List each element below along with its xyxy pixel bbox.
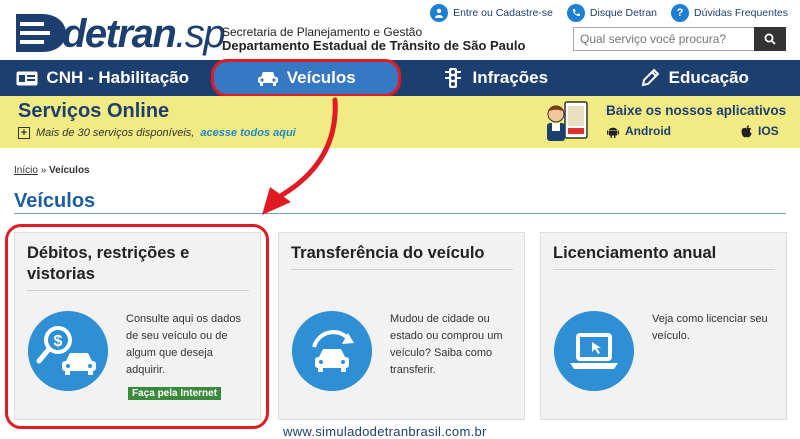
apps-title: Baixe os nossos aplicativos [606, 103, 787, 118]
card-transferencia[interactable]: Transferência do veículo Mudou de cidade… [278, 232, 525, 420]
card-description: Mudou de cidade ou estado ou comprou um … [390, 313, 503, 376]
phone-icon [566, 4, 585, 22]
nav-educacao-label: Educação [668, 68, 749, 87]
title-divider [14, 213, 786, 214]
breadcrumb-current: Veículos [49, 165, 90, 176]
disque-label: Disque Detran [589, 7, 658, 19]
all-services-link[interactable]: acesse todos aqui [200, 127, 295, 139]
services-title: Serviços Online [18, 100, 170, 122]
card-description: Veja como licenciar seu veículo. [652, 313, 768, 342]
apple-icon [741, 124, 752, 137]
breadcrumb: Início » Veículos [14, 165, 90, 176]
services-subtitle: + Mais de 30 serviços disponíveis, acess… [18, 127, 296, 139]
card-divider [291, 269, 513, 270]
license-card-icon [16, 70, 38, 86]
breadcrumb-home[interactable]: Início [14, 165, 38, 176]
breadcrumb-separator: » [40, 165, 47, 176]
pencil-icon [639, 68, 661, 87]
laptop-icon [554, 311, 634, 391]
nav-cnh-label: CNH - Habilitação [46, 68, 190, 87]
site-header: detran.sp Secretaria de Planejamento e G… [0, 0, 800, 60]
search-icon [764, 33, 776, 45]
faq-link[interactable]: ? Dúvidas Frequentes [671, 4, 788, 22]
nav-educacao[interactable]: Educação [588, 60, 800, 96]
card-title: Transferência do veículo [291, 244, 485, 262]
services-subtitle-text: Mais de 30 serviços disponíveis, [36, 127, 195, 139]
ios-link[interactable]: IOS [741, 124, 779, 138]
departamento-label: Departamento Estadual de Trânsito de São… [222, 38, 526, 53]
page-title: Veículos [14, 190, 96, 212]
nav-infracoes[interactable]: Infrações [403, 60, 588, 96]
detran-logo[interactable]: detran.sp [14, 10, 226, 56]
question-icon: ? [671, 4, 690, 22]
logo-mark-icon [16, 14, 66, 52]
search-input[interactable] [573, 27, 754, 51]
search-box [573, 27, 786, 51]
android-label: Android [625, 124, 671, 138]
apps-links: Android IOS [607, 124, 779, 138]
disque-link[interactable]: Disque Detran [566, 4, 658, 22]
ios-label: IOS [758, 124, 779, 138]
login-label: Entre ou Cadastre-se [453, 7, 553, 19]
nav-veiculos[interactable]: Veículos [211, 59, 402, 97]
main-nav: CNH - Habilitação Veículos Infrações Edu… [0, 59, 800, 97]
search-button[interactable] [754, 27, 786, 51]
faq-label: Dúvidas Frequentes [694, 7, 788, 19]
logo-wordmark: detran.sp [62, 12, 226, 56]
nav-veiculos-label: Veículos [286, 68, 356, 87]
mascot-icon [547, 101, 588, 141]
top-links: Entre ou Cadastre-se Disque Detran ? Dúv… [430, 4, 788, 22]
car-icon [257, 70, 279, 86]
plus-icon[interactable]: + [18, 127, 30, 139]
car-transfer-icon [292, 311, 372, 391]
highlight-frame [5, 224, 269, 429]
card-title: Licenciamento anual [553, 244, 717, 262]
nav-cnh[interactable]: CNH - Habilitação [0, 60, 205, 96]
user-icon [430, 4, 449, 22]
android-icon [607, 127, 619, 138]
card-divider [553, 269, 775, 270]
watermark-url: www.simuladodetranbrasil.com.br [283, 424, 487, 439]
login-link[interactable]: Entre ou Cadastre-se [430, 4, 553, 22]
card-licenciamento[interactable]: Licenciamento anual Veja como licenciar … [540, 232, 787, 420]
nav-infracoes-label: Infrações [472, 68, 549, 87]
traffic-light-icon [442, 68, 464, 88]
android-link[interactable]: Android [607, 124, 671, 138]
